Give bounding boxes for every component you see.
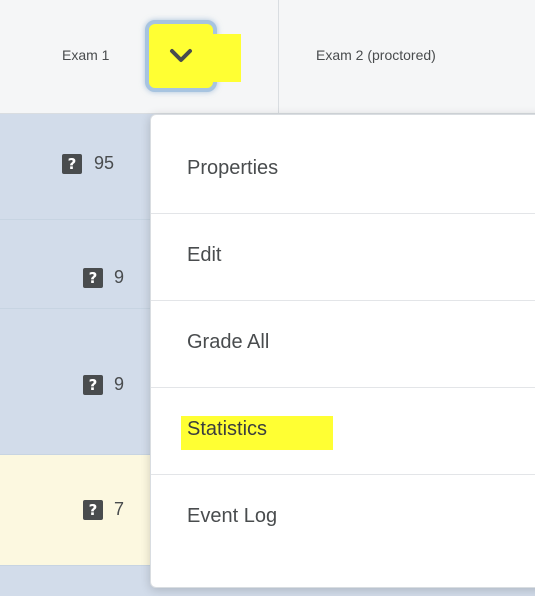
question-icon: ? bbox=[83, 375, 103, 395]
grade-value: 9 bbox=[114, 374, 125, 394]
column-exam2-label: Exam 2 (proctored) bbox=[316, 47, 436, 63]
menu-item-properties[interactable]: Properties bbox=[151, 127, 535, 214]
exam1-options-dropdown-button[interactable] bbox=[145, 20, 241, 92]
column-exam1-label: Exam 1 bbox=[62, 47, 110, 63]
menu-item-label: Grade All bbox=[187, 331, 270, 353]
menu-item-grade-all[interactable]: Grade All bbox=[151, 301, 535, 388]
highlight-mark bbox=[211, 34, 241, 82]
menu-item-label: Statistics bbox=[187, 418, 268, 440]
menu-item-label: Properties bbox=[187, 157, 279, 179]
column-exam1: Exam 1 bbox=[0, 0, 279, 113]
menu-item-label: Edit bbox=[187, 244, 222, 266]
question-icon: ? bbox=[83, 500, 103, 520]
exam1-context-menu: Properties Edit Grade All Statistics Eve… bbox=[150, 114, 535, 588]
grade-value: 95 bbox=[94, 153, 115, 173]
chevron-down-icon bbox=[170, 49, 192, 62]
menu-item-statistics[interactable]: Statistics bbox=[151, 388, 535, 475]
menu-item-edit[interactable]: Edit bbox=[151, 214, 535, 301]
grade-value: 7 bbox=[114, 499, 125, 519]
question-icon: ? bbox=[83, 268, 103, 288]
menu-item-event-log[interactable]: Event Log bbox=[151, 475, 535, 562]
grade-value: 9 bbox=[114, 267, 125, 287]
question-icon: ? bbox=[62, 154, 82, 174]
grades-header-row: Exam 1 Exam 2 (proctored) bbox=[0, 0, 535, 114]
gradebook-view: Exam 1 Exam 2 (proctored) ? 95 ? 9 ? 9 ?… bbox=[0, 0, 535, 596]
menu-item-label: Event Log bbox=[187, 505, 278, 527]
